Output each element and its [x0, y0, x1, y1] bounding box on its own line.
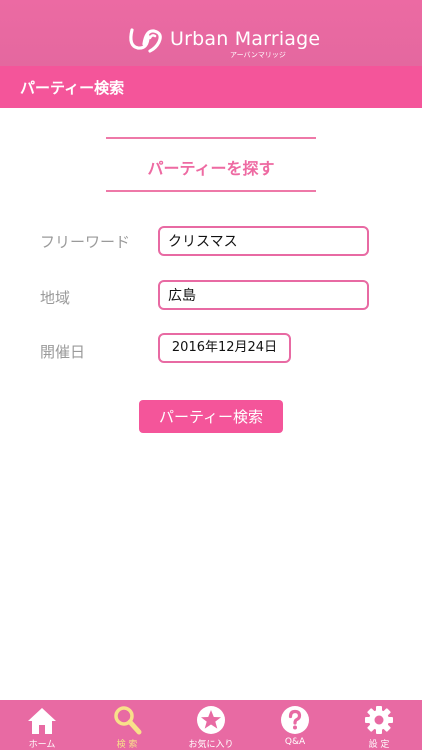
- star-icon: [197, 706, 225, 734]
- date-label: 開催日: [40, 343, 86, 361]
- gear-icon: [365, 706, 393, 734]
- tab-label: お気に入り: [188, 740, 234, 750]
- logo-mark-icon: [129, 28, 162, 53]
- tab-label: 設 定: [368, 740, 390, 750]
- region-label: 地域: [40, 289, 71, 307]
- region-input[interactable]: [158, 280, 369, 310]
- logo-subtext: アーバンマリッジ: [230, 51, 286, 59]
- tab-favorites[interactable]: お気に入り: [169, 700, 253, 750]
- urban-marriage-logo: Urban Marriage アーバンマリッジ: [126, 24, 320, 60]
- section-heading-box: パーティーを探す: [106, 137, 316, 192]
- logo-text: Urban Marriage: [170, 28, 321, 50]
- party-search-button[interactable]: パーティー検索: [139, 400, 283, 433]
- tab-home[interactable]: ホーム: [0, 700, 84, 750]
- date-picker-field[interactable]: 2016年12月24日: [158, 333, 291, 363]
- app-header: Urban Marriage アーバンマリッジ: [0, 0, 422, 66]
- page-title: パーティー検索: [20, 79, 125, 97]
- tab-qa[interactable]: Q&A: [253, 700, 337, 750]
- page-title-bar: パーティー検索: [0, 66, 422, 108]
- tab-label: 検 索: [116, 740, 138, 750]
- tab-label: ホーム: [28, 740, 56, 750]
- section-title: パーティーを探す: [147, 159, 275, 178]
- search-icon: [114, 706, 142, 735]
- bottom-tab-bar: ホーム 検 索 お気に入り Q&A 設 定: [0, 700, 422, 750]
- home-icon: [28, 708, 56, 734]
- tab-label: Q&A: [284, 737, 306, 747]
- tab-settings[interactable]: 設 定: [337, 700, 421, 750]
- tab-search[interactable]: 検 索: [85, 700, 169, 750]
- freeword-input[interactable]: [158, 226, 369, 256]
- freeword-label: フリーワード: [40, 233, 131, 251]
- question-icon: [281, 706, 309, 734]
